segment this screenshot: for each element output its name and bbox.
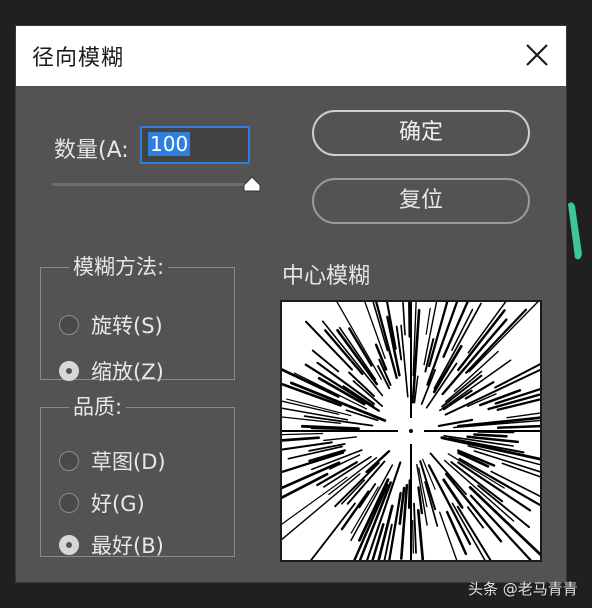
radio-good-label: 好(G) bbox=[91, 492, 145, 516]
zoom-blur-pattern-icon bbox=[224, 245, 592, 608]
ok-button[interactable]: 确定 bbox=[312, 110, 530, 156]
reset-button[interactable]: 复位 bbox=[312, 178, 530, 224]
dialog-title: 径向模糊 bbox=[32, 46, 125, 71]
radio-draft-label: 草图(D) bbox=[91, 450, 166, 474]
green-stroke-decoration bbox=[568, 202, 582, 260]
close-icon bbox=[526, 44, 548, 66]
radio-spin-indicator[interactable] bbox=[59, 315, 79, 335]
close-button[interactable] bbox=[522, 40, 552, 70]
slider-thumb-icon bbox=[243, 176, 261, 192]
watermark-text: 头条 @老马青青 bbox=[468, 580, 578, 598]
blur-center-label: 中心模糊 bbox=[282, 264, 371, 289]
radio-draft-indicator[interactable] bbox=[59, 451, 79, 471]
radio-best-indicator[interactable] bbox=[59, 535, 79, 555]
amount-label: 数量(A: bbox=[54, 138, 129, 163]
radio-spin-label: 旋转(S) bbox=[91, 314, 163, 338]
radio-good[interactable]: 好(G) bbox=[59, 488, 145, 518]
screen: 径向模糊 数量(A: 100 确定 复位 模糊方法: 旋转(S) bbox=[0, 0, 592, 608]
quality-group: 品质: 草图(D) 好(G) 最好(B) bbox=[40, 394, 235, 560]
radio-best-label: 最好(B) bbox=[91, 534, 164, 558]
radio-zoom-indicator[interactable] bbox=[59, 361, 79, 381]
quality-legend: 品质: bbox=[73, 395, 123, 419]
blur-method-group: 模糊方法: 旋转(S) 缩放(Z) bbox=[40, 254, 235, 384]
radio-draft[interactable]: 草图(D) bbox=[59, 446, 166, 476]
amount-slider-thumb[interactable] bbox=[242, 176, 262, 192]
radial-blur-dialog: 径向模糊 数量(A: 100 确定 复位 模糊方法: 旋转(S) bbox=[16, 26, 592, 608]
blur-method-legend: 模糊方法: bbox=[73, 255, 165, 279]
title-bar: 径向模糊 bbox=[16, 26, 566, 86]
radio-good-indicator[interactable] bbox=[59, 493, 79, 513]
radio-zoom-label: 缩放(Z) bbox=[91, 360, 164, 384]
radio-spin[interactable]: 旋转(S) bbox=[59, 310, 163, 340]
amount-slider-track[interactable] bbox=[52, 183, 252, 186]
amount-value-selection: 100 bbox=[148, 132, 191, 156]
radio-best[interactable]: 最好(B) bbox=[59, 530, 164, 560]
blur-center-preview[interactable] bbox=[224, 245, 592, 608]
radio-zoom[interactable]: 缩放(Z) bbox=[59, 356, 164, 386]
